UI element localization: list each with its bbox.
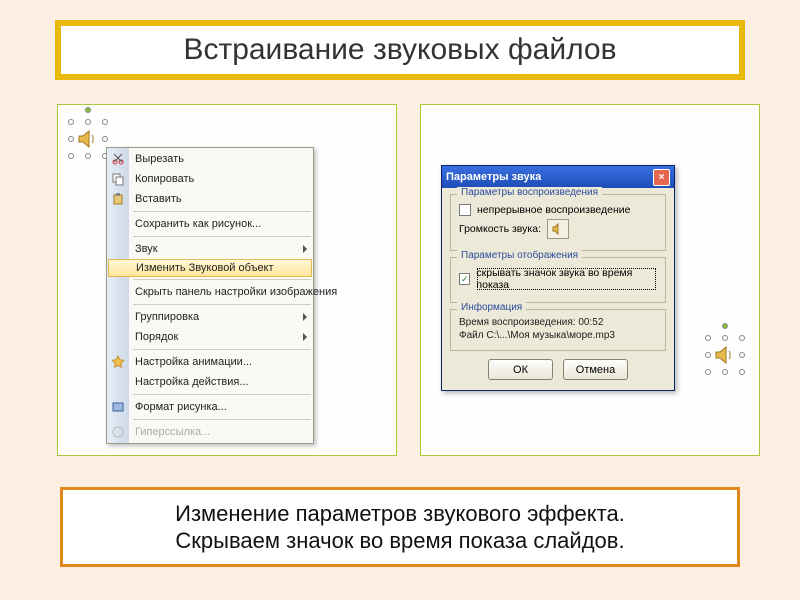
resize-handle[interactable] xyxy=(68,136,74,142)
menu-sound-label: Звук xyxy=(135,243,158,255)
menu-separator xyxy=(133,349,311,350)
menu-custom-animation-label: Настройка анимации... xyxy=(135,356,252,368)
resize-handle[interactable] xyxy=(102,119,108,125)
info-file: Файл C:\...\Моя музыка\море.mp3 xyxy=(459,329,657,342)
speaker-object-right[interactable] xyxy=(705,335,745,375)
menu-cut[interactable]: Вырезать xyxy=(107,149,313,169)
menu-copy[interactable]: Копировать xyxy=(107,169,313,189)
info-fieldset-title: Информация xyxy=(457,302,526,313)
volume-button[interactable] xyxy=(547,219,569,239)
close-button[interactable]: × xyxy=(653,169,670,186)
menu-save-as-picture[interactable]: Сохранить как рисунок... xyxy=(107,214,313,234)
page-title: Встраивание звуковых файлов xyxy=(55,20,745,80)
chevron-right-icon xyxy=(303,245,307,253)
loop-label: непрерывное воспроизведение xyxy=(477,204,631,216)
caption-line2: Скрываем значок во время показа слайдов. xyxy=(175,527,624,555)
playback-fieldset: Параметры воспроизведения непрерывное во… xyxy=(450,194,666,251)
menu-paste-label: Вставить xyxy=(135,193,182,205)
menu-grouping-label: Группировка xyxy=(135,311,199,323)
copy-icon xyxy=(110,171,126,187)
page-title-text: Встраивание звуковых файлов xyxy=(183,33,616,67)
menu-separator xyxy=(133,211,311,212)
rotate-handle[interactable] xyxy=(85,107,91,113)
panel-dialog: Параметры звука × Параметры воспроизведе… xyxy=(420,104,760,456)
resize-handle[interactable] xyxy=(739,369,745,375)
caption: Изменение параметров звукового эффекта. … xyxy=(60,487,740,567)
menu-separator xyxy=(133,394,311,395)
menu-action-settings-label: Настройка действия... xyxy=(135,376,249,388)
volume-label: Громкость звука: xyxy=(459,223,541,235)
dialog-buttons: ОК Отмена xyxy=(442,353,674,390)
star-icon xyxy=(110,354,126,370)
resize-handle[interactable] xyxy=(705,335,711,341)
resize-handle[interactable] xyxy=(705,369,711,375)
menu-separator xyxy=(133,304,311,305)
dialog-title: Параметры звука xyxy=(446,171,541,183)
display-fieldset: Параметры отображения ✓ скрывать значок … xyxy=(450,257,666,303)
menu-format-picture[interactable]: Формат рисунка... xyxy=(107,397,313,417)
menu-hyperlink: Гиперссылка... xyxy=(107,422,313,442)
menu-edit-sound-object-label: Изменить Звуковой объект xyxy=(136,262,274,274)
sound-options-dialog: Параметры звука × Параметры воспроизведе… xyxy=(441,165,675,391)
loop-checkbox[interactable] xyxy=(459,204,471,216)
resize-handle[interactable] xyxy=(68,119,74,125)
close-icon: × xyxy=(659,172,665,183)
rotate-handle[interactable] xyxy=(722,323,728,329)
resize-handle[interactable] xyxy=(102,136,108,142)
menu-custom-animation[interactable]: Настройка анимации... xyxy=(107,352,313,372)
speaker-icon xyxy=(76,127,100,151)
menu-save-as-picture-label: Сохранить как рисунок... xyxy=(135,218,261,230)
info-fieldset: Информация Время воспроизведения: 00:52 … xyxy=(450,309,666,351)
menu-separator xyxy=(133,419,311,420)
resize-handle[interactable] xyxy=(739,352,745,358)
menu-hyperlink-label: Гиперссылка... xyxy=(135,426,210,438)
menu-hide-picture-toolbar[interactable]: Скрыть панель настройки изображения xyxy=(107,282,313,302)
menu-action-settings[interactable]: Настройка действия... xyxy=(107,372,313,392)
display-fieldset-title: Параметры отображения xyxy=(457,250,582,261)
ok-button[interactable]: ОК xyxy=(488,359,553,380)
ok-button-label: ОК xyxy=(513,364,528,376)
speaker-icon xyxy=(713,343,737,367)
resize-handle[interactable] xyxy=(705,352,711,358)
menu-copy-label: Копировать xyxy=(135,173,194,185)
resize-handle[interactable] xyxy=(85,153,91,159)
hide-icon-label: скрывать значок звука во время показа xyxy=(476,267,657,291)
speaker-object-left[interactable] xyxy=(68,119,108,159)
caption-line1: Изменение параметров звукового эффекта. xyxy=(175,500,625,528)
menu-cut-label: Вырезать xyxy=(135,153,184,165)
hide-icon-checkbox[interactable]: ✓ xyxy=(459,273,470,285)
menu-separator xyxy=(133,236,311,237)
format-icon xyxy=(110,399,126,415)
menu-edit-sound-object[interactable]: Изменить Звуковой объект xyxy=(108,259,312,277)
menu-order-label: Порядок xyxy=(135,331,178,343)
menu-grouping[interactable]: Группировка xyxy=(107,307,313,327)
dialog-titlebar[interactable]: Параметры звука × xyxy=(442,166,674,188)
chevron-right-icon xyxy=(303,333,307,341)
resize-handle[interactable] xyxy=(85,119,91,125)
menu-separator xyxy=(133,279,311,280)
globe-icon xyxy=(110,424,126,440)
resize-handle[interactable] xyxy=(722,369,728,375)
menu-sound[interactable]: Звук xyxy=(107,239,313,259)
menu-order[interactable]: Порядок xyxy=(107,327,313,347)
menu-hide-picture-toolbar-label: Скрыть панель настройки изображения xyxy=(135,286,337,298)
cancel-button-label: Отмена xyxy=(576,364,615,376)
menu-paste[interactable]: Вставить xyxy=(107,189,313,209)
menu-format-picture-label: Формат рисунка... xyxy=(135,401,227,413)
cancel-button[interactable]: Отмена xyxy=(563,359,628,380)
panel-context-menu: Вырезать Копировать Вставить Сохранить к… xyxy=(57,104,397,456)
speaker-small-icon xyxy=(551,222,565,236)
info-duration: Время воспроизведения: 00:52 xyxy=(459,316,657,329)
paste-icon xyxy=(110,191,126,207)
context-menu: Вырезать Копировать Вставить Сохранить к… xyxy=(106,147,314,444)
resize-handle[interactable] xyxy=(68,153,74,159)
resize-handle[interactable] xyxy=(739,335,745,341)
scissors-icon xyxy=(110,151,126,167)
playback-fieldset-title: Параметры воспроизведения xyxy=(457,187,602,198)
resize-handle[interactable] xyxy=(722,335,728,341)
chevron-right-icon xyxy=(303,313,307,321)
